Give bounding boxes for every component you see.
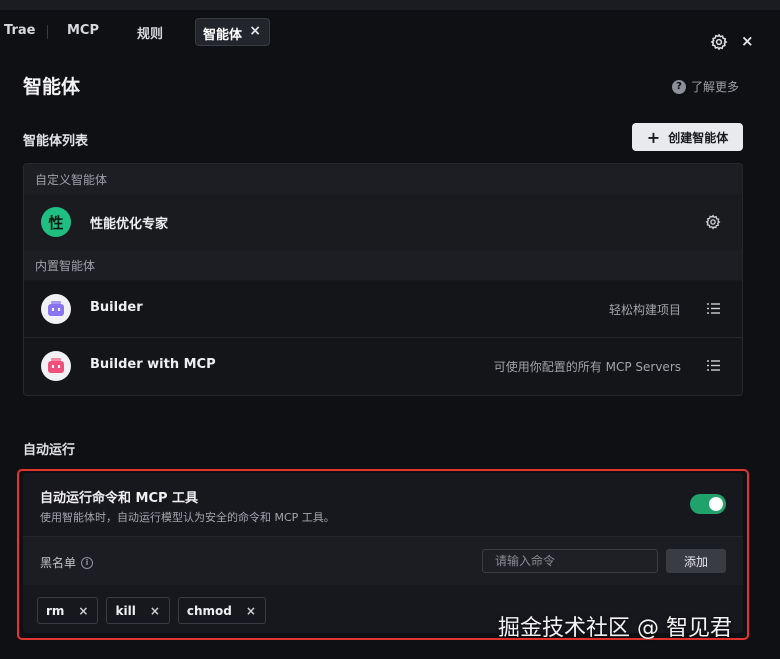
agent-description: 轻松构建项目	[608, 303, 681, 317]
agent-row-builder[interactable]: Builder 轻松构建项目	[24, 281, 742, 337]
page-title: 智能体	[23, 76, 81, 98]
plus-icon: +	[646, 127, 661, 147]
agent-row-performance-expert[interactable]: 性 性能优化专家	[24, 194, 742, 250]
list-menu-icon[interactable]	[707, 302, 720, 315]
list-menu-icon[interactable]	[707, 359, 720, 372]
tab-close-icon[interactable]: ×	[249, 23, 261, 39]
tab-rules[interactable]: 规则	[137, 23, 163, 42]
robot-avatar-icon	[41, 294, 71, 324]
auto-run-heading: 自动运行	[23, 443, 76, 458]
learn-more-link[interactable]: ? 了解更多	[672, 78, 739, 95]
robot-icon	[48, 301, 64, 316]
gear-icon[interactable]	[705, 214, 721, 230]
tab-bar: Trae MCP 规则 智能体 × ×	[0, 10, 780, 56]
agent-avatar: 性	[41, 207, 71, 237]
gear-icon[interactable]	[710, 33, 728, 51]
create-agent-label: 创建智能体	[668, 130, 729, 145]
agent-name: Builder with MCP	[90, 357, 216, 372]
agent-list-heading: 智能体列表	[23, 134, 89, 149]
close-panel-icon[interactable]: ×	[741, 32, 754, 50]
agent-name: Builder	[90, 300, 143, 315]
builtin-agents-header: 内置智能体	[24, 250, 742, 280]
create-agent-button[interactable]: + 创建智能体	[632, 123, 743, 151]
robot-icon	[48, 358, 64, 373]
tab-trae[interactable]: Trae	[4, 23, 35, 38]
learn-more-label: 了解更多	[691, 80, 740, 94]
robot-avatar-icon	[41, 351, 71, 381]
agent-list: 自定义智能体 性 性能优化专家 内置智能体 Builder 轻松构建项目 Bui…	[23, 163, 743, 396]
agent-row-builder-with-mcp[interactable]: Builder with MCP 可使用你配置的所有 MCP Servers	[24, 338, 742, 394]
watermark: 掘金技术社区 @ 智见君	[498, 616, 732, 641]
title-strip	[0, 0, 780, 10]
custom-agents-header: 自定义智能体	[24, 164, 742, 194]
tab-agents-label: 智能体	[203, 28, 243, 43]
help-icon: ?	[672, 79, 686, 94]
agent-description: 可使用你配置的所有 MCP Servers	[493, 360, 681, 374]
agent-name: 性能优化专家	[90, 217, 169, 232]
tab-mcp[interactable]: MCP	[67, 23, 99, 38]
tab-divider	[47, 25, 48, 39]
tab-agents[interactable]: 智能体 ×	[195, 18, 270, 46]
